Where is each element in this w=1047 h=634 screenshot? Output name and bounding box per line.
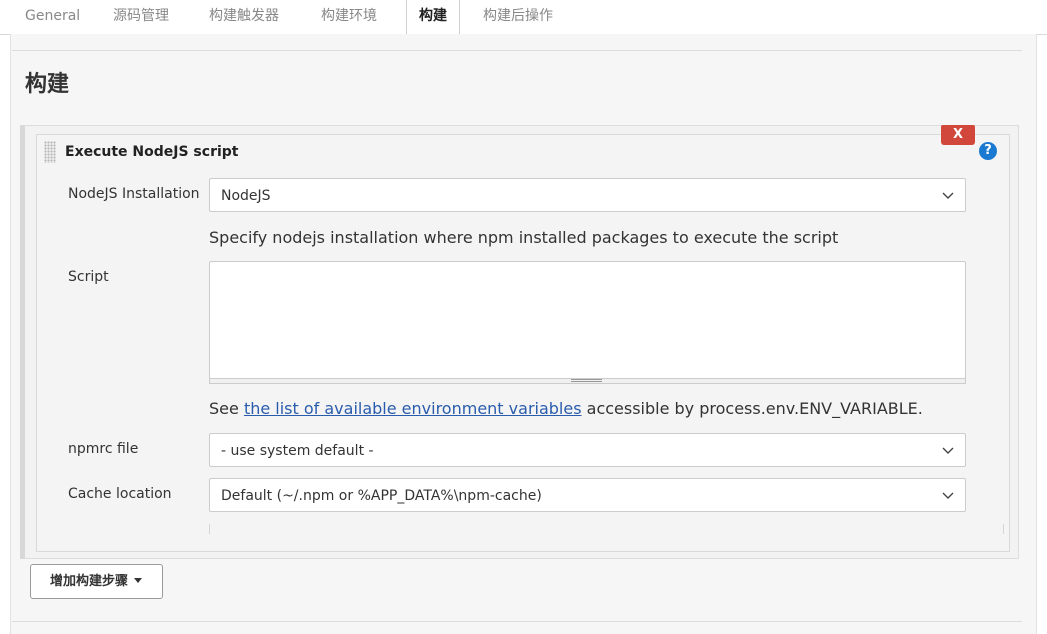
divider bbox=[12, 621, 1022, 622]
script-description: See the list of available environment va… bbox=[209, 399, 923, 418]
cache-location-value: Default (~/.npm or %APP_DATA%\npm-cache) bbox=[221, 488, 542, 504]
npmrc-value: - use system default - bbox=[221, 443, 374, 459]
chevron-down-icon bbox=[942, 492, 954, 499]
tab-general[interactable]: General bbox=[13, 0, 92, 34]
help-icon[interactable]: ? bbox=[979, 142, 997, 160]
tab-build[interactable]: 构建 bbox=[406, 0, 460, 35]
add-build-step-button[interactable]: 增加构建步骤 bbox=[30, 564, 163, 599]
drag-handle-icon[interactable] bbox=[44, 141, 56, 163]
divider bbox=[1003, 524, 1004, 534]
env-variables-link[interactable]: the list of available environment variab… bbox=[244, 399, 582, 418]
cache-location-select[interactable]: Default (~/.npm or %APP_DATA%\npm-cache) bbox=[209, 478, 966, 512]
npmrc-select[interactable]: - use system default - bbox=[209, 433, 966, 467]
script-description-prefix: See bbox=[209, 399, 244, 418]
tab-post-build[interactable]: 构建后操作 bbox=[471, 0, 565, 34]
script-textarea[interactable] bbox=[209, 261, 966, 379]
cache-location-label: Cache location bbox=[68, 486, 172, 502]
nodejs-installation-label: NodeJS Installation bbox=[68, 186, 200, 202]
add-build-step-label: 增加构建步骤 bbox=[50, 574, 129, 589]
npmrc-label: npmrc file bbox=[68, 441, 139, 457]
nodejs-installation-select[interactable]: NodeJS bbox=[209, 178, 966, 212]
resize-grip-icon[interactable] bbox=[571, 379, 602, 382]
step-title: Execute NodeJS script bbox=[65, 144, 239, 160]
script-description-suffix: accessible by process.env.ENV_VARIABLE. bbox=[581, 399, 923, 418]
tab-source-control[interactable]: 源码管理 bbox=[101, 0, 181, 34]
chevron-down-icon bbox=[942, 192, 954, 199]
divider bbox=[209, 524, 210, 534]
nodejs-installation-value: NodeJS bbox=[221, 188, 271, 204]
caret-down-icon bbox=[134, 578, 143, 583]
divider bbox=[12, 50, 1022, 51]
tab-build-triggers[interactable]: 构建触发器 bbox=[197, 0, 291, 34]
nodejs-installation-description: Specify nodejs installation where npm in… bbox=[209, 228, 839, 247]
section-title: 构建 bbox=[25, 72, 70, 97]
close-icon: X bbox=[952, 127, 964, 142]
tab-build-environment[interactable]: 构建环境 bbox=[309, 0, 389, 34]
chevron-down-icon bbox=[942, 447, 954, 454]
script-label: Script bbox=[68, 269, 109, 285]
delete-step-button[interactable]: X bbox=[941, 125, 975, 145]
tab-bar: General 源码管理 构建触发器 构建环境 构建 构建后操作 bbox=[0, 0, 1047, 35]
